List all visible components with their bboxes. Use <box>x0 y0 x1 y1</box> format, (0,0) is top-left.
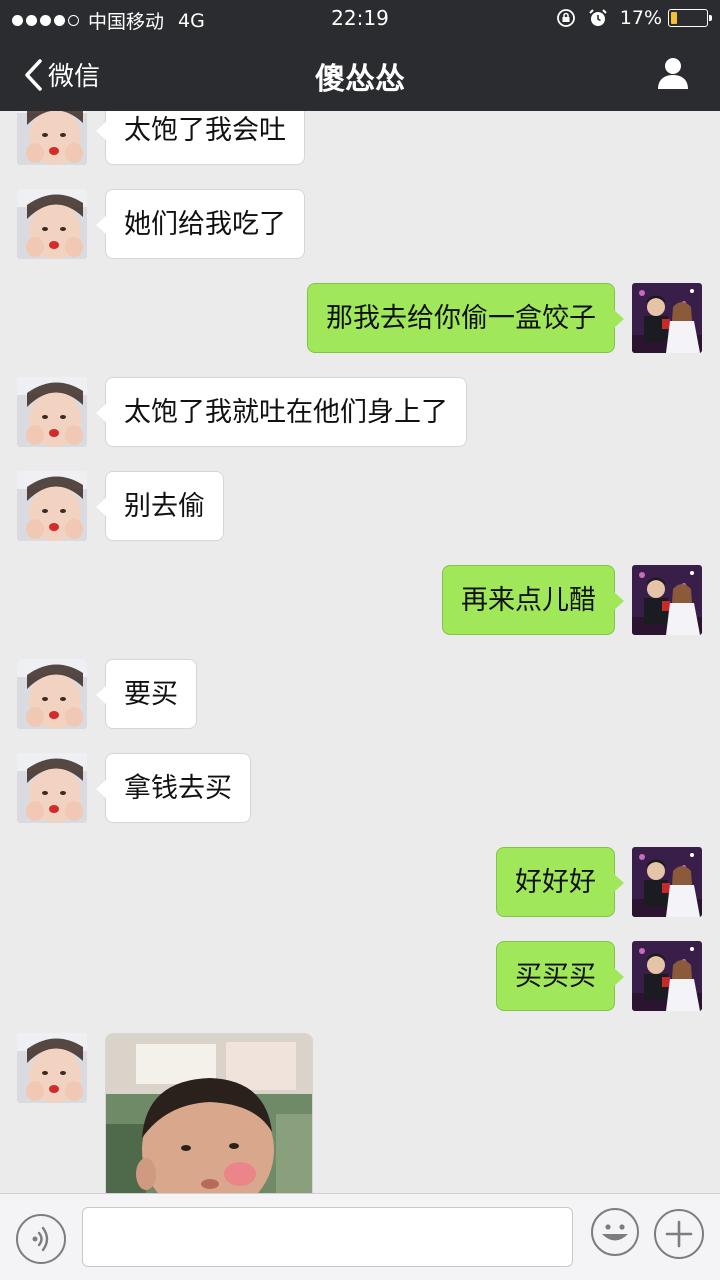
input-bar <box>0 1193 720 1280</box>
contact-avatar[interactable] <box>17 111 87 165</box>
message-bubble-incoming[interactable]: 她们给我吃了 <box>96 189 305 259</box>
message-bubble-incoming[interactable]: 别去偷 <box>96 471 224 541</box>
chat-title: 傻怂怂 <box>315 62 405 97</box>
message-text: 好好好 <box>515 867 596 898</box>
message-text: 她们给我吃了 <box>124 209 286 240</box>
contact-avatar[interactable] <box>17 189 87 259</box>
contact-avatar[interactable] <box>17 471 87 541</box>
my-avatar[interactable] <box>632 565 702 635</box>
alarm-icon <box>589 9 607 26</box>
status-bar: 中国移动 4G 22:19 17% <box>0 0 720 36</box>
message-text: 太饱了我就吐在他们身上了 <box>124 397 448 428</box>
contact-avatar[interactable] <box>17 1033 87 1103</box>
battery-icon <box>668 9 712 27</box>
more-button[interactable] <box>654 1209 704 1259</box>
message-text: 要买 <box>124 679 178 710</box>
message-text: 买买买 <box>515 961 596 992</box>
contact-avatar[interactable] <box>17 753 87 823</box>
message-text: 别去偷 <box>124 491 205 522</box>
my-avatar[interactable] <box>632 847 702 917</box>
message-bubble-incoming[interactable]: 太饱了我就吐在他们身上了 <box>96 377 467 447</box>
sticker-message[interactable] <box>105 1033 313 1193</box>
plus-icon <box>665 1220 693 1248</box>
emoji-icon <box>591 1208 639 1256</box>
message-bubble-incoming[interactable]: 要买 <box>96 659 197 729</box>
message-text: 再来点儿醋 <box>461 585 596 616</box>
emoji-button[interactable] <box>590 1207 640 1257</box>
rotation-lock-icon <box>556 9 575 27</box>
message-bubble-outgoing[interactable]: 好好好 <box>496 847 624 917</box>
message-bubble-incoming[interactable]: 太饱了我会吐 <box>96 111 305 165</box>
nav-bar: 微信 傻怂怂 <box>0 36 720 111</box>
message-bubble-outgoing[interactable]: 再来点儿醋 <box>442 565 624 635</box>
message-bubble-incoming[interactable]: 拿钱去买 <box>96 753 251 823</box>
voice-button[interactable] <box>16 1214 66 1264</box>
status-icons: 17% <box>556 7 712 29</box>
message-bubble-outgoing[interactable]: 那我去给你偷一盒饺子 <box>307 283 624 353</box>
my-avatar[interactable] <box>632 283 702 353</box>
message-text: 太饱了我会吐 <box>124 115 286 146</box>
message-text: 那我去给你偷一盒饺子 <box>326 303 596 334</box>
person-icon[interactable] <box>656 56 690 90</box>
message-bubble-outgoing[interactable]: 买买买 <box>496 941 624 1011</box>
contact-avatar[interactable] <box>17 659 87 729</box>
message-list[interactable]: 太饱了我会吐 她们给我吃了 那我去给你偷一盒饺子 太饱了我就吐在他们身上了 别去… <box>0 111 720 1193</box>
voice-icon <box>32 1226 49 1252</box>
contact-avatar[interactable] <box>17 377 87 447</box>
battery-percent: 17% <box>619 7 662 29</box>
my-avatar[interactable] <box>632 941 702 1011</box>
message-text: 拿钱去买 <box>124 773 232 804</box>
message-input[interactable] <box>82 1207 573 1267</box>
